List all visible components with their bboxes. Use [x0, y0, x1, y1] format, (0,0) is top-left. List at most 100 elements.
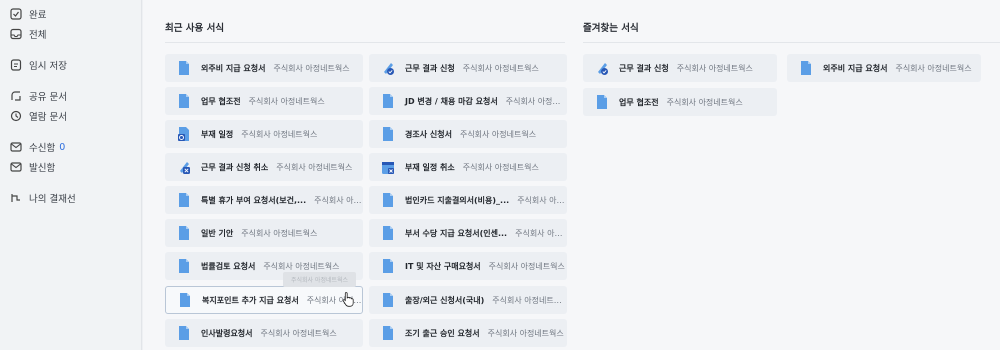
form-org: 주식회사 아정네트웍스	[462, 162, 539, 172]
form-org: 주식회사 아정네트웍스	[459, 129, 537, 139]
document-icon	[381, 258, 395, 274]
eye-icon	[10, 110, 22, 122]
sidebar-item-my-approval-line[interactable]: 나의 결재선	[0, 188, 141, 208]
form-card[interactable]: 인사발령요청서 주식회사 아정네트웍스	[165, 319, 363, 347]
form-org: 주식회사 아정네트웍스	[666, 97, 743, 107]
form-card[interactable]: 외주비 지급 요청서 주식회사 아정네트웍스	[787, 54, 981, 82]
document-icon	[177, 159, 191, 175]
favorite-divider	[583, 42, 1000, 43]
form-name: 인사발령요청서	[201, 328, 253, 338]
form-name: 특별 휴가 부여 요청서(보건,...	[201, 195, 307, 205]
save-icon	[10, 59, 22, 71]
form-org: 주식회사 아정네트웍스	[676, 63, 753, 73]
document-icon	[381, 192, 395, 208]
document-icon	[177, 325, 191, 341]
hand-cursor-icon	[342, 292, 354, 307]
approval-line-icon	[10, 192, 22, 204]
document-icon	[799, 60, 813, 76]
sidebar-item-shared[interactable]: 공유 문서	[0, 86, 141, 106]
sidebar-item-label: 나의 결재선	[29, 194, 76, 205]
document-icon	[177, 258, 191, 274]
inbox-icon	[10, 28, 22, 40]
form-org: 주식회사 아정네트웍스	[895, 63, 972, 73]
form-name: 부재 일정	[201, 129, 234, 139]
sidebar-item-drafts[interactable]: 임시 저장	[0, 55, 141, 75]
form-card[interactable]: 법인카드 지출결의서(비용)_... 주식회사 아정네...	[369, 186, 567, 214]
form-org: 주식회사 아정네트웍스	[487, 328, 564, 338]
form-org: 주식회사 아정네...	[517, 195, 567, 205]
form-name: 근무 결과 신청 취소	[201, 162, 269, 172]
document-icon	[177, 126, 191, 142]
sidebar-item-label: 수신함	[29, 143, 56, 154]
sidebar: 완료 전체 임시 저장 공유 문서 열람 문서 수신함 0 발신함 나의 결재선	[0, 0, 142, 350]
form-card[interactable]: 일반 기안 주식회사 아정네트웍스	[165, 219, 363, 247]
form-org: 주식회사 아정네트웍스	[462, 63, 539, 73]
form-card[interactable]: 부서 수당 지급 요청서(인센... 주식회사 아정네...	[369, 219, 567, 247]
form-name: 부서 수당 지급 요청서(인센...	[405, 228, 508, 238]
form-org: 주식회사 아정네트웍스	[505, 96, 567, 106]
document-icon	[177, 192, 191, 208]
form-card[interactable]: 복지포인트 추가 지급 요청서주식회사 아정네트...	[165, 286, 363, 314]
form-org: 주식회사 아정네트웍스	[260, 328, 337, 338]
form-name: IT 및 자산 구매요청서	[405, 261, 481, 271]
form-org: 주식회사 아정네트웍스	[263, 261, 340, 271]
form-name: 복지포인트 추가 지급 요청서	[202, 295, 299, 305]
document-icon	[177, 60, 191, 76]
recent-divider	[165, 42, 565, 43]
form-org: 주식회사 아정네...	[314, 195, 363, 205]
document-icon	[177, 225, 191, 241]
document-icon	[381, 225, 395, 241]
form-org: 주식회사 아정네트웍스	[241, 228, 318, 238]
document-icon	[381, 159, 395, 175]
form-name: 업무 협조전	[201, 96, 241, 106]
form-name: 근무 결과 신청	[405, 63, 455, 73]
form-card[interactable]: 근무 결과 신청 주식회사 아정네트웍스	[583, 54, 777, 82]
form-org: 주식회사 아정네...	[515, 228, 567, 238]
mail-icon	[10, 141, 22, 153]
form-card[interactable]: 업무 협조전 주식회사 아정네트웍스	[583, 88, 777, 116]
form-card[interactable]: 부재 일정 취소 주식회사 아정네트웍스	[369, 153, 567, 181]
favorite-forms-title: 즐겨찾는 서식	[583, 23, 639, 34]
main-content: 최근 사용 서식 즐겨찾는 서식 외주비 지급 요청서 주식회사 아정네트웍스 업무…	[143, 0, 1000, 350]
form-name: 법률검토 요청서	[201, 261, 256, 271]
form-name: 출장/외근 신청서(국내)	[405, 295, 485, 305]
sidebar-item-complete[interactable]: 완료	[0, 4, 141, 24]
form-card[interactable]: 출장/외근 신청서(국내) 주식회사 아정네트웍스	[369, 286, 567, 314]
form-card[interactable]: JD 변경 / 채용 마감 요청서 주식회사 아정네트웍스	[369, 87, 567, 115]
sidebar-item-label: 발신함	[29, 163, 56, 174]
form-name: 조기 출근 승인 요청서	[405, 328, 480, 338]
sidebar-item-all[interactable]: 전체	[0, 24, 141, 44]
form-card[interactable]: 경조사 신청서 주식회사 아정네트웍스	[369, 120, 567, 148]
form-name: JD 변경 / 채용 마감 요청서	[405, 96, 498, 106]
form-card[interactable]: 근무 결과 신청 취소 주식회사 아정네트웍스	[165, 153, 363, 181]
form-name: 외주비 지급 요청서	[823, 63, 888, 73]
form-org: 주식회사 아정네트웍스	[273, 63, 350, 73]
sidebar-item-inbox[interactable]: 수신함 0	[0, 137, 141, 157]
form-name: 일반 기안	[201, 228, 234, 238]
tooltip: 주식회사 아정네트웍스	[283, 272, 356, 287]
sidebar-item-viewed[interactable]: 열람 문서	[0, 106, 141, 126]
form-name: 경조사 신청서	[405, 129, 452, 139]
form-org: 주식회사 아정네트웍스	[492, 295, 567, 305]
document-icon	[595, 94, 609, 110]
outbox-icon	[10, 161, 22, 173]
form-org: 주식회사 아정네트웍스	[248, 96, 325, 106]
form-card[interactable]: 외주비 지급 요청서 주식회사 아정네트웍스	[165, 54, 363, 82]
recent-forms-title: 최근 사용 서식	[165, 23, 225, 34]
form-card[interactable]: IT 및 자산 구매요청서 주식회사 아정네트웍스	[369, 252, 567, 280]
sidebar-item-label: 전체	[29, 30, 47, 41]
form-card[interactable]: 부재 일정 주식회사 아정네트웍스	[165, 120, 363, 148]
sidebar-item-sent[interactable]: 발신함	[0, 157, 141, 177]
document-icon	[381, 292, 395, 308]
form-card[interactable]: 업무 협조전 주식회사 아정네트웍스	[165, 87, 363, 115]
inbox-count: 0	[59, 141, 66, 153]
share-icon	[10, 90, 22, 102]
form-org: 주식회사 아정네트웍스	[488, 261, 565, 271]
form-card[interactable]: 특별 휴가 부여 요청서(보건,... 주식회사 아정네...	[165, 186, 363, 214]
document-icon	[381, 126, 395, 142]
document-icon	[381, 325, 395, 341]
form-name: 법인카드 지출결의서(비용)_...	[405, 195, 510, 205]
form-name: 부재 일정 취소	[405, 162, 455, 172]
form-card[interactable]: 근무 결과 신청 주식회사 아정네트웍스	[369, 54, 567, 82]
form-card[interactable]: 조기 출근 승인 요청서 주식회사 아정네트웍스	[369, 319, 567, 347]
